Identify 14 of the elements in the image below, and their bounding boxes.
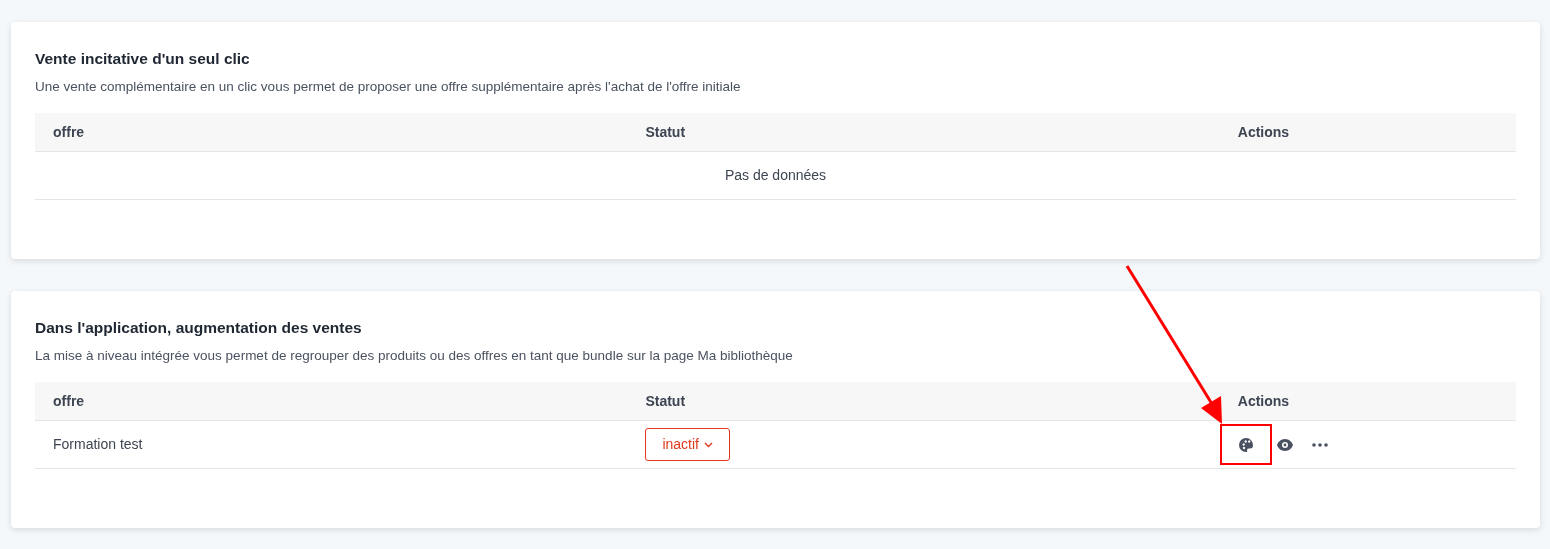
section-title: Vente incitative d'un seul clic	[35, 50, 251, 69]
column-header: offre	[35, 112, 628, 152]
column-header: Actions	[1219, 112, 1516, 152]
column-header: offre	[35, 381, 628, 421]
empty-message: Pas de données	[724, 167, 827, 184]
table-cell: Formation test	[53, 436, 143, 453]
section-title: Dans l'application, augmentation des ventes	[35, 319, 363, 338]
column-header: Statut	[627, 112, 1220, 152]
caret-icon	[703, 441, 713, 448]
column-header: Actions	[1219, 381, 1516, 421]
column-header: Statut	[627, 381, 1220, 421]
section-description: Une vente complémentaire en un clic vous permet de proposer une offre supplémentaire après l'achat de l'offre initiale	[35, 77, 742, 96]
status-dropdown[interactable]: inactif	[645, 428, 730, 462]
section-description: La mise à niveau intégrée vous permet de regrouper des produits ou des offres en tant que bundle sur la page Ma bibliothèque	[35, 346, 794, 365]
